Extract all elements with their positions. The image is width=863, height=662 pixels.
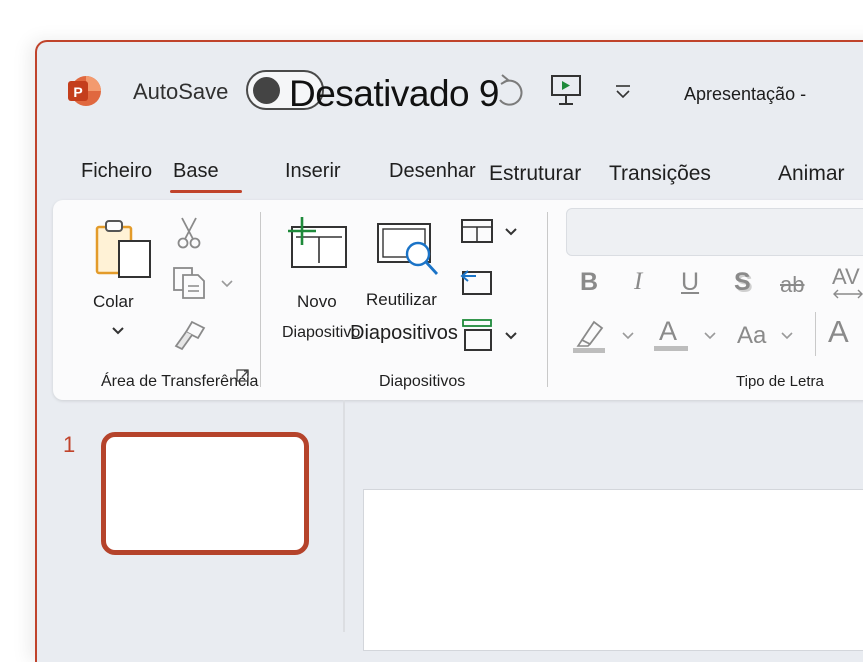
slide-canvas[interactable]	[363, 489, 863, 651]
chevron-down-icon[interactable]	[702, 330, 718, 342]
group-separator	[815, 312, 816, 356]
copy-icon[interactable]	[172, 266, 208, 300]
strikethrough-button[interactable]: ab	[780, 272, 804, 298]
reset-icon[interactable]	[458, 266, 494, 298]
slide-number: 1	[63, 432, 76, 457]
present-from-start-icon[interactable]	[549, 74, 583, 108]
dialog-launcher-icon[interactable]	[236, 369, 250, 383]
customize-qat-icon[interactable]	[612, 82, 634, 102]
reuse-slides-label-1[interactable]: Reutilizar	[366, 290, 437, 310]
text-shadow-button[interactable]: S	[734, 268, 751, 297]
pane-splitter[interactable]	[343, 400, 345, 632]
new-slide-icon[interactable]	[286, 215, 350, 271]
cut-scissors-icon[interactable]	[176, 216, 202, 250]
svg-text:P: P	[73, 84, 82, 100]
autosave-label: AutoSave	[133, 79, 229, 104]
group-separator	[547, 212, 548, 387]
tab-transicoes[interactable]: Transições	[609, 162, 711, 186]
tab-ficheiro[interactable]: Ficheiro	[81, 160, 152, 183]
font-name-box[interactable]	[566, 208, 863, 256]
change-case-button[interactable]: Aa	[737, 322, 766, 350]
character-spacing-button[interactable]: AV	[832, 264, 860, 290]
font-color-bar	[654, 346, 688, 351]
redo-icon[interactable]	[490, 72, 528, 112]
font-group-label: Tipo de Letra	[736, 373, 824, 390]
layout-icon[interactable]	[460, 218, 494, 246]
italic-button[interactable]: I	[634, 268, 642, 296]
spacing-arrows-icon	[832, 288, 863, 300]
section-icon[interactable]	[461, 318, 495, 352]
bold-button[interactable]: B	[580, 268, 598, 297]
autosave-state-text: Desativado	[289, 73, 470, 114]
paste-clipboard-icon[interactable]	[95, 217, 153, 279]
font-color-button[interactable]: A	[659, 316, 677, 347]
reuse-slides-icon[interactable]	[376, 220, 442, 280]
tab-estruturar[interactable]: Estruturar	[489, 162, 581, 186]
chevron-down-icon[interactable]	[219, 278, 235, 290]
autosave-state-tooltip: Desativado 9	[289, 73, 499, 115]
tab-desenhar[interactable]: Desenhar	[389, 160, 476, 183]
format-painter-icon[interactable]	[172, 318, 208, 352]
new-slide-label-1[interactable]: Novo	[297, 292, 337, 312]
new-slide-label-2[interactable]: Diapositivo	[282, 324, 360, 342]
reuse-slides-label-2[interactable]: Diapositivos	[350, 322, 458, 345]
tab-animar[interactable]: Animar	[778, 162, 845, 186]
tab-base[interactable]: Base	[170, 160, 241, 193]
tab-inserir[interactable]: Inserir	[285, 160, 341, 183]
clipboard-group-label: Área de Transferência	[101, 373, 259, 390]
chevron-down-icon[interactable]	[503, 330, 519, 342]
chevron-down-icon[interactable]	[620, 330, 636, 342]
underline-button[interactable]: U	[681, 268, 699, 297]
highlight-icon[interactable]	[572, 316, 608, 354]
document-title: Apresentação -	[684, 84, 807, 104]
grow-font-button[interactable]: A	[828, 314, 849, 350]
slides-group-label: Diapositivos	[379, 373, 466, 390]
chevron-down-icon[interactable]	[779, 330, 795, 342]
group-separator	[260, 212, 261, 387]
toggle-knob	[253, 77, 280, 104]
chevron-down-icon[interactable]	[503, 226, 519, 238]
paste-label[interactable]: Colar	[93, 292, 134, 312]
powerpoint-logo-icon: P	[67, 74, 101, 108]
chevron-down-icon[interactable]	[110, 325, 126, 337]
slide-thumbnail[interactable]	[101, 432, 309, 555]
